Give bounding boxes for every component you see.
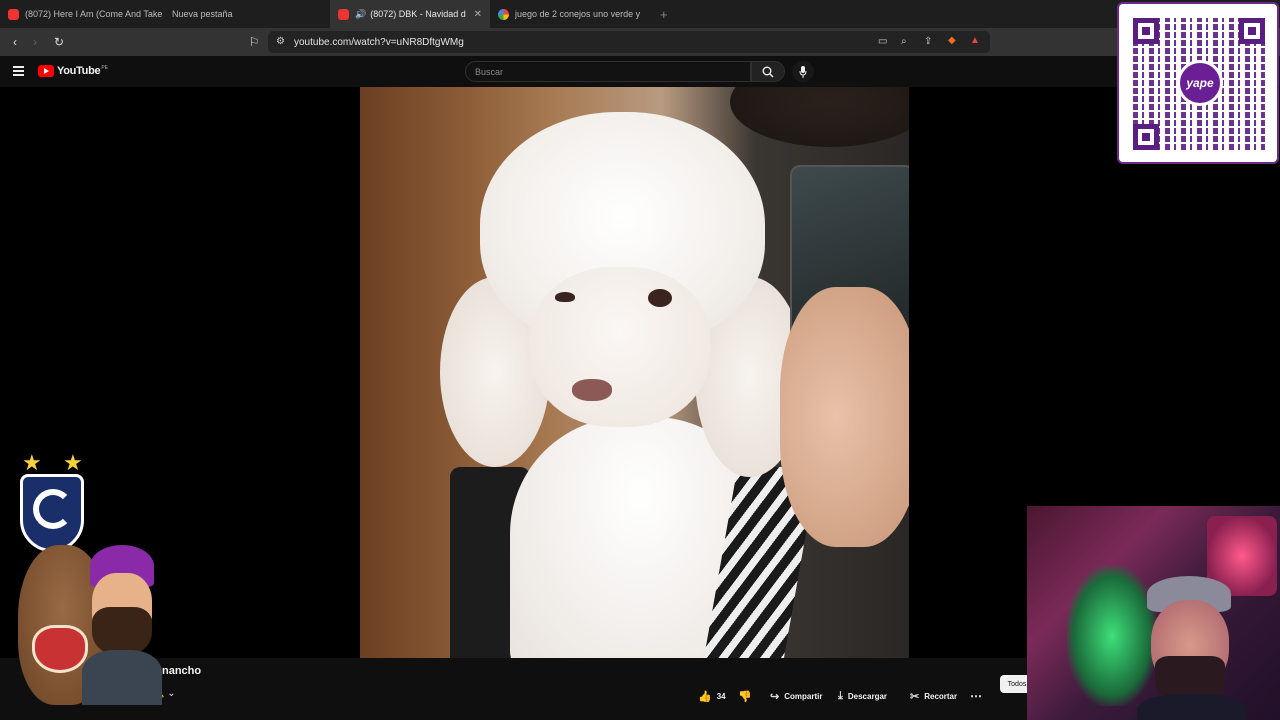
dislike-button[interactable]: 👎: [738, 686, 757, 706]
search-icon: [762, 66, 774, 77]
tab-title: (8072) Here I Am (Come And Take M: [25, 9, 164, 19]
browser-tab[interactable]: juego de 2 conejos uno verde y uno: [490, 0, 650, 28]
download-button[interactable]: ⤓ Descargar: [838, 686, 887, 706]
back-icon[interactable]: ‹: [5, 35, 25, 49]
forward-icon[interactable]: ›: [25, 35, 45, 49]
video-poodle-nose: [572, 379, 612, 401]
country-code: PE: [101, 64, 108, 71]
like-count: 34: [716, 691, 726, 701]
share-label: Compartir: [784, 691, 823, 701]
video-person-beard: [730, 87, 909, 147]
browser-tab-strip: (8072) Here I Am (Come And Take M Nueva …: [0, 0, 1280, 28]
clip-button[interactable]: ✂ Recortar: [910, 686, 957, 706]
video-frame[interactable]: [360, 87, 909, 658]
share-icon[interactable]: ⇪: [924, 36, 932, 47]
site-info-icon[interactable]: ⚙: [276, 36, 285, 47]
star-icon: ★: [63, 450, 83, 475]
close-tab-icon[interactable]: ✕: [474, 9, 482, 20]
search-button[interactable]: [751, 61, 785, 82]
stream-mascot-overlay: ★ ★: [18, 450, 162, 705]
youtube-logo-text: YouTube: [57, 65, 101, 77]
address-bar[interactable]: ⚙ youtube.com/watch?v=uNR8DftgWMg ▭ ⌕ ⇪ …: [268, 31, 990, 53]
browser-tab-active[interactable]: 🔊 (8072) DBK - Navidad de un C ✕: [330, 0, 490, 28]
more-icon: ⋯: [970, 689, 982, 703]
youtube-favicon-icon: [338, 8, 349, 20]
new-tab-button[interactable]: +: [650, 7, 678, 22]
yape-logo: yape: [1177, 60, 1223, 106]
brave-shield-icon[interactable]: ◆: [948, 35, 956, 46]
download-icon: ⤓: [838, 689, 843, 702]
thumbs-down-icon: 👎: [738, 690, 752, 703]
google-favicon-icon: [498, 8, 509, 20]
reload-icon[interactable]: ↻: [49, 35, 69, 49]
share-button[interactable]: ↪ Compartir: [770, 686, 822, 706]
thumbs-up-icon: 👍: [698, 690, 712, 703]
youtube-play-icon: [38, 65, 54, 77]
club-shield-icon: [20, 474, 84, 552]
share-arrow-icon: ↪: [770, 690, 780, 703]
video-poodle-face: [530, 267, 710, 427]
youtube-logo[interactable]: YouTube PE: [38, 65, 108, 77]
video-poodle-eye: [648, 289, 672, 307]
bookmark-icon[interactable]: ⚐: [244, 35, 264, 49]
video-hand: [780, 287, 909, 547]
qr-finder-icon: [1133, 18, 1159, 44]
tab-title: Nueva pestaña: [172, 9, 233, 19]
tab-title: (8072) DBK - Navidad de un C: [370, 9, 466, 19]
hamburger-menu-icon[interactable]: [13, 66, 24, 78]
voice-search-button[interactable]: [792, 61, 814, 82]
rewards-icon[interactable]: ▲: [970, 35, 980, 46]
url-text: youtube.com/watch?v=uNR8DftgWMg: [294, 36, 464, 48]
cartoon-avatar-icon: [82, 545, 162, 705]
star-icon: ★: [22, 450, 42, 475]
browser-tab[interactable]: Nueva pestaña: [164, 0, 330, 28]
channel-name[interactable]: nancho: [162, 665, 201, 677]
webcam-streamer: [1137, 576, 1247, 720]
search-input[interactable]: [475, 67, 735, 77]
like-button[interactable]: 👍 34: [698, 686, 726, 706]
tab-title: juego de 2 conejos uno verde y uno: [515, 9, 642, 19]
search-box: [465, 61, 751, 82]
scissors-icon: ✂: [910, 690, 920, 703]
clip-label: Recortar: [924, 691, 958, 701]
zoom-icon[interactable]: ⌕: [901, 36, 907, 47]
more-actions-button[interactable]: ⋯: [970, 686, 982, 706]
video-poodle-eye: [555, 292, 575, 302]
browser-tab[interactable]: (8072) Here I Am (Come And Take M: [0, 0, 164, 28]
qr-finder-icon: [1239, 18, 1265, 44]
youtube-favicon-icon: [8, 8, 19, 20]
webcam-overlay: [1027, 506, 1280, 720]
qr-finder-icon: [1133, 124, 1159, 150]
download-label: Descargar: [847, 691, 888, 701]
cast-icon[interactable]: ▭: [878, 36, 887, 47]
yape-qr-overlay: yape: [1117, 2, 1279, 164]
speaker-icon: 🔊: [355, 8, 367, 19]
microphone-icon: [799, 65, 807, 78]
